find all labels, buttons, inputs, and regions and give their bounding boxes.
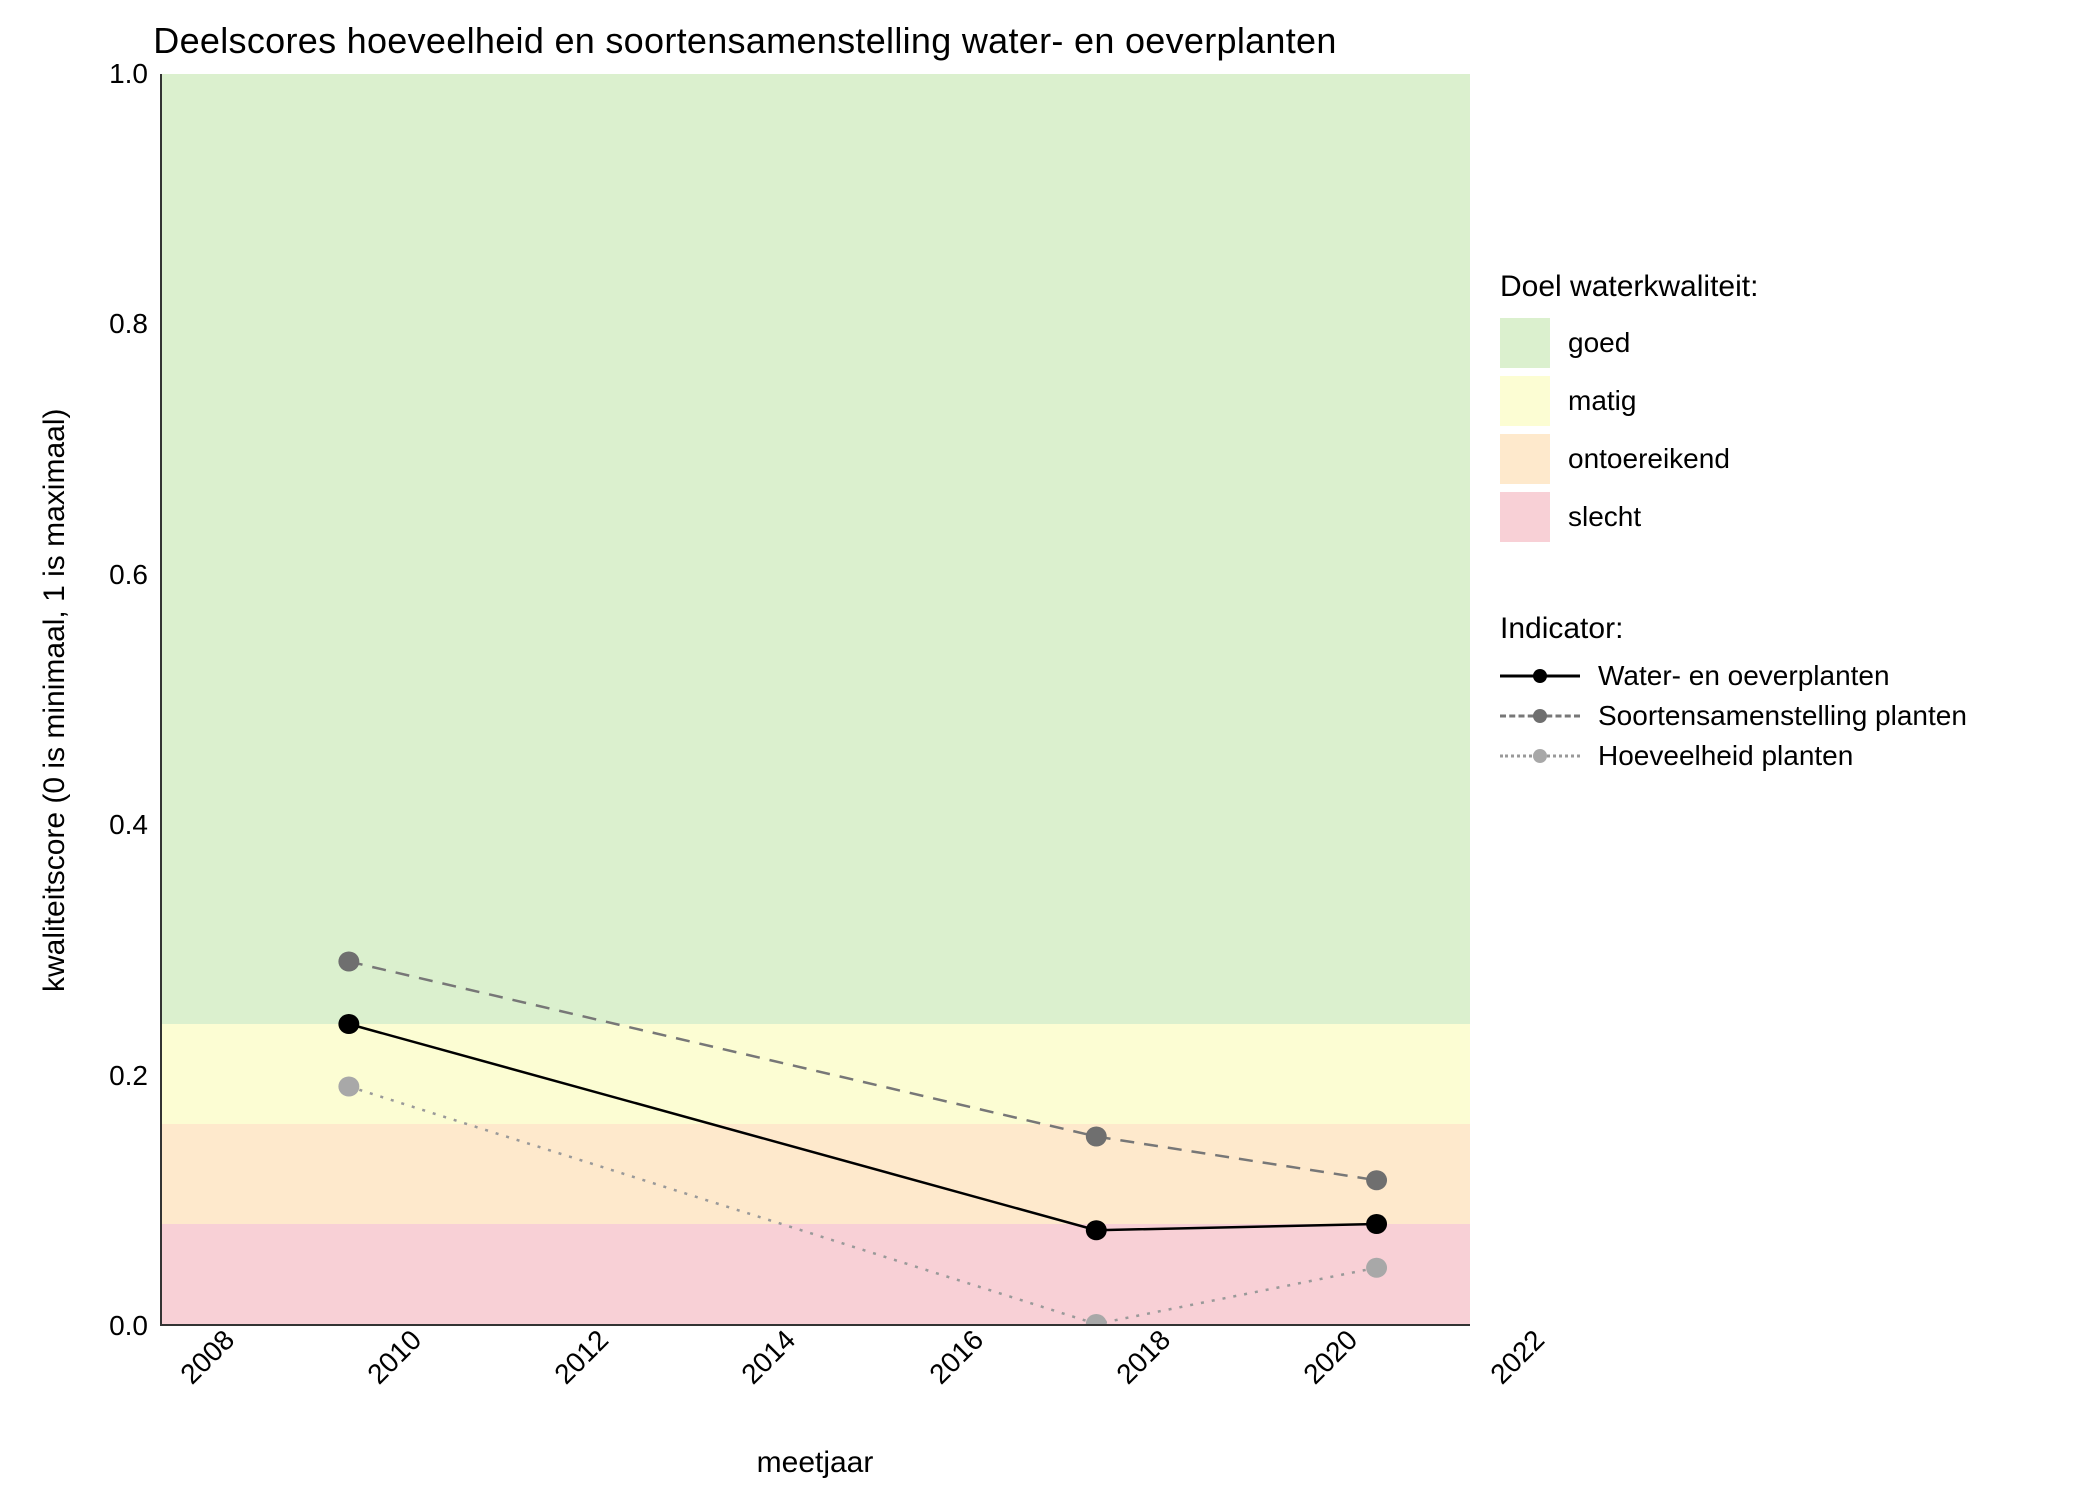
x-tick-label: 2016 [923,1324,990,1391]
legend-label: matig [1568,385,1636,417]
swatch-slecht-icon [1500,492,1550,542]
data-point [1366,1214,1387,1234]
y-tick-label: 0.4 [109,809,148,841]
legend-label: goed [1568,327,1630,359]
legend-label: Soortensamenstelling planten [1598,700,1967,732]
data-point [1086,1220,1107,1240]
x-tick-label: 2014 [736,1324,803,1391]
legend-panel: Doel waterkwaliteit: goed matig ontoerei… [1470,20,2080,1480]
y-tick-label: 0.2 [109,1060,148,1092]
legend-indicator-title: Indicator: [1500,612,2080,646]
legend-item-ontoereikend: ontoereikend [1500,434,2080,484]
x-tick-label: 2008 [174,1324,241,1391]
points-layer [162,74,1470,1324]
plot-area [160,74,1470,1326]
data-point [1086,1127,1107,1147]
x-tick-label: 2010 [361,1324,428,1391]
legend-label: slecht [1568,501,1641,533]
swatch-matig-icon [1500,376,1550,426]
chart-container: Deelscores hoeveelheid en soortensamenst… [20,20,2080,1480]
legend-line-solid-icon [1500,664,1580,688]
data-point [338,952,359,972]
x-axis-title: meetjaar [160,1446,1470,1480]
swatch-ontoereikend-icon [1500,434,1550,484]
legend-item-slecht: slecht [1500,492,2080,542]
swatch-goed-icon [1500,318,1550,368]
data-point [338,1077,359,1097]
legend-label: Water- en oeverplanten [1598,660,1890,692]
y-tick-label: 1.0 [109,58,148,90]
x-tick-label: 2018 [1110,1324,1177,1391]
y-tick-label: 0.6 [109,559,148,591]
legend-quality-title: Doel waterkwaliteit: [1500,270,2080,304]
legend-item-goed: goed [1500,318,2080,368]
legend-label: ontoereikend [1568,443,1730,475]
legend-item-matig: matig [1500,376,2080,426]
chart-title: Deelscores hoeveelheid en soortensamenst… [20,20,1470,62]
y-axis-ticks: 0.00.20.40.60.81.0 [90,74,160,1326]
x-axis-ticks: 20082010201220142016201820202022 [108,1326,1418,1426]
chart-panel: Deelscores hoeveelheid en soortensamenst… [20,20,1470,1480]
x-tick-label: 2020 [1297,1324,1364,1391]
legend-item-series-0: Water- en oeverplanten [1500,660,2080,692]
data-point [1086,1314,1107,1324]
data-point [1366,1258,1387,1278]
y-axis-title: kwaliteitscore (0 is minimaal, 1 is maxi… [20,74,90,1326]
legend-item-series-1: Soortensamenstelling planten [1500,700,2080,732]
legend-label: Hoeveelheid planten [1598,740,1853,772]
legend-indicator-block: Indicator: Water- en oeverplanten Soorte… [1500,612,2080,772]
y-tick-label: 0.8 [109,308,148,340]
legend-item-series-2: Hoeveelheid planten [1500,740,2080,772]
plot-row: kwaliteitscore (0 is minimaal, 1 is maxi… [20,74,1470,1326]
legend-line-dotted-icon [1500,744,1580,768]
legend-quality-block: Doel waterkwaliteit: goed matig ontoerei… [1500,270,2080,542]
data-point [338,1014,359,1034]
x-tick-label: 2012 [549,1324,616,1391]
data-point [1366,1170,1387,1190]
legend-line-dashed-icon [1500,704,1580,728]
